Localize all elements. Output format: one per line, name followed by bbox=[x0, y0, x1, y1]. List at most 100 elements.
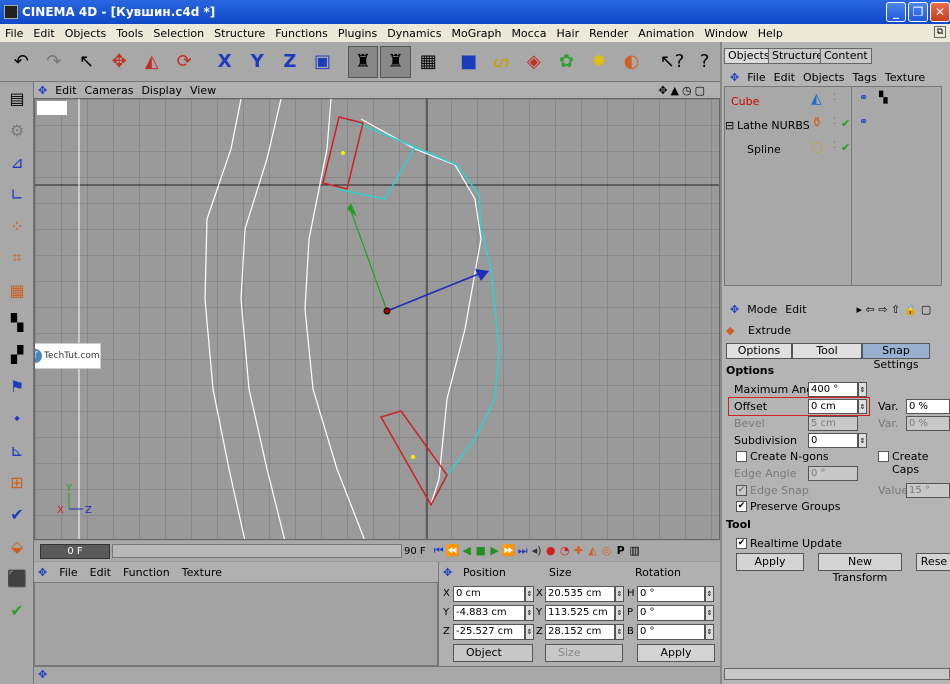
max-angle-field[interactable]: 400 ° bbox=[808, 382, 858, 397]
lathe-enabled-check-icon[interactable]: ✔ bbox=[841, 117, 850, 130]
scene-object-icon[interactable]: ◐ bbox=[616, 46, 647, 78]
play-backward-icon[interactable]: ◀ bbox=[460, 544, 474, 558]
tab-options[interactable]: Options bbox=[726, 343, 792, 359]
offset-field[interactable]: 0 cm bbox=[808, 399, 858, 414]
material-menu-function[interactable]: Function bbox=[123, 566, 170, 579]
workplane-icon[interactable]: ⊞ bbox=[0, 466, 34, 498]
menu-file[interactable]: File bbox=[0, 27, 28, 40]
create-ngons-checkbox[interactable] bbox=[736, 451, 747, 462]
spline-visibility-dots[interactable]: ⁚ bbox=[833, 141, 836, 151]
size-z-spinner[interactable]: ⇕ bbox=[615, 624, 624, 640]
close-button[interactable]: ✕ bbox=[930, 2, 950, 22]
texture-axis-icon[interactable]: ▞ bbox=[0, 338, 34, 370]
keyframe-pla-icon[interactable]: ▥ bbox=[628, 544, 642, 558]
objects-menu-texture[interactable]: Texture bbox=[885, 71, 925, 84]
material-menu-edit[interactable]: Edit bbox=[90, 566, 111, 579]
goto-end-icon[interactable]: ⏭ bbox=[516, 544, 530, 558]
attributes-menu-mode[interactable]: Mode bbox=[747, 303, 777, 316]
reset-button[interactable]: Rese bbox=[916, 553, 950, 571]
create-caps-checkbox[interactable] bbox=[878, 451, 889, 462]
objects-menu-objects[interactable]: Objects bbox=[803, 71, 845, 84]
points-mode-icon[interactable]: ⁘ bbox=[0, 210, 34, 242]
attribute-nav-icons[interactable]: ▸ ⇦ ⇨ ⇧ 🔒 ▢ bbox=[857, 303, 932, 316]
pos-x-field[interactable]: 0 cm bbox=[453, 586, 525, 602]
coordinate-mode-select[interactable]: Object bbox=[453, 644, 533, 662]
viewport-menu-display[interactable]: Display bbox=[141, 84, 190, 97]
timeline-slider[interactable] bbox=[112, 544, 402, 558]
pos-z-spinner[interactable]: ⇕ bbox=[525, 624, 534, 640]
menu-functions[interactable]: Functions bbox=[270, 27, 333, 40]
menu-plugins[interactable]: Plugins bbox=[333, 27, 382, 40]
snap-icon[interactable]: ⊾ bbox=[0, 434, 34, 466]
help-search-icon[interactable]: ? bbox=[689, 46, 720, 78]
keyframe-param-icon[interactable]: P bbox=[614, 544, 628, 558]
object-mode-icon[interactable]: ♜ bbox=[380, 45, 411, 78]
rotate-icon[interactable]: ⟳ bbox=[169, 46, 200, 78]
material-manager-area[interactable] bbox=[34, 582, 438, 666]
light-icon[interactable]: ✸ bbox=[584, 46, 615, 78]
lathe-visibility-dots[interactable]: ⁚ bbox=[833, 117, 836, 127]
object-list[interactable]: Cube ◭ ⁚ ⚭ ▚ ⊟ Lathe NURBS ⚱ ⁚ ✔ ⚭ Splin… bbox=[724, 86, 942, 286]
maximize-button[interactable]: ❐ bbox=[908, 2, 928, 22]
menu-mocca[interactable]: Mocca bbox=[506, 27, 551, 40]
object-cube[interactable]: Cube bbox=[731, 95, 759, 108]
tab-content[interactable]: Content bbox=[820, 48, 872, 64]
redo-icon[interactable]: ↷ bbox=[39, 46, 70, 78]
viewport-menu-view[interactable]: View bbox=[190, 84, 224, 97]
menu-help[interactable]: Help bbox=[753, 27, 788, 40]
next-key-icon[interactable]: ⏩ bbox=[502, 544, 516, 558]
rot-h-spinner[interactable]: ⇕ bbox=[705, 586, 714, 602]
cube-texture-tag-icon[interactable]: ▚ bbox=[879, 91, 887, 104]
prev-key-icon[interactable]: ⏪ bbox=[446, 544, 460, 558]
sound-icon[interactable]: ◂) bbox=[530, 544, 544, 558]
minimize-button[interactable]: _ bbox=[886, 2, 906, 22]
stop-icon[interactable]: ■ bbox=[474, 544, 488, 558]
layer-check-icon[interactable]: ✔ bbox=[0, 594, 34, 626]
solo-icon[interactable]: ⬙ bbox=[0, 530, 34, 562]
menu-hair[interactable]: Hair bbox=[552, 27, 585, 40]
current-frame-field[interactable]: 0 F bbox=[40, 543, 110, 559]
move-icon[interactable]: ✥ bbox=[104, 46, 135, 78]
scale-icon[interactable]: ◭ bbox=[136, 46, 167, 78]
mdi-restore-button[interactable]: ⧉ bbox=[934, 26, 946, 38]
pos-z-field[interactable]: -25.527 cm bbox=[453, 624, 525, 640]
size-y-field[interactable]: 113.525 cm bbox=[545, 605, 615, 621]
material-menu-file[interactable]: File bbox=[59, 566, 77, 579]
pos-x-spinner[interactable]: ⇕ bbox=[525, 586, 534, 602]
select-arrow-icon[interactable]: ↖ bbox=[71, 46, 102, 78]
character-icon[interactable]: ⚙ bbox=[0, 114, 34, 146]
cube-material-tag-icon[interactable]: ⚭ bbox=[859, 91, 868, 104]
menu-window[interactable]: Window bbox=[699, 27, 752, 40]
x-axis-lock-icon[interactable]: X bbox=[209, 46, 240, 78]
cube-primitive-icon[interactable]: ■ bbox=[453, 46, 484, 78]
viewport-nav-icons[interactable]: ✥▲◷▢ bbox=[658, 84, 716, 97]
menu-edit[interactable]: Edit bbox=[28, 27, 59, 40]
attributes-menu-edit[interactable]: Edit bbox=[785, 303, 806, 316]
menu-mograph[interactable]: MoGraph bbox=[446, 27, 506, 40]
polygons-mode-icon[interactable]: ▦ bbox=[0, 274, 34, 306]
max-angle-spinner[interactable]: ⇕ bbox=[858, 382, 867, 397]
lathe-expand-icon[interactable]: ⊟ bbox=[725, 119, 734, 132]
coords-apply-button[interactable]: Apply bbox=[637, 644, 715, 662]
size-z-field[interactable]: 28.152 cm bbox=[545, 624, 615, 640]
subdivision-spinner[interactable]: ⇕ bbox=[858, 433, 867, 448]
subdivision-field[interactable]: 0 bbox=[808, 433, 858, 448]
keyframe-rotation-icon[interactable]: ◎ bbox=[600, 544, 614, 558]
tab-structure[interactable]: Structure bbox=[768, 48, 828, 64]
goto-start-icon[interactable]: ⏮ bbox=[432, 544, 446, 558]
rot-p-spinner[interactable]: ⇕ bbox=[705, 605, 714, 621]
visibility-icon[interactable]: ⬛ bbox=[0, 562, 34, 594]
nurbs-icon[interactable]: ◈ bbox=[519, 46, 550, 78]
model-mode-icon[interactable]: ♜ bbox=[347, 45, 379, 78]
keyframe-position-icon[interactable]: ✚ bbox=[572, 544, 586, 558]
y-axis-lock-icon[interactable]: Y bbox=[242, 46, 273, 78]
rot-b-spinner[interactable]: ⇕ bbox=[705, 624, 714, 640]
size-x-field[interactable]: 20.535 cm bbox=[545, 586, 615, 602]
objects-menu-tags[interactable]: Tags bbox=[853, 71, 877, 84]
object-spline[interactable]: Spline bbox=[747, 143, 781, 156]
menu-tools[interactable]: Tools bbox=[111, 27, 148, 40]
spline-enabled-check-icon[interactable]: ✔ bbox=[841, 141, 850, 154]
material-menu-texture[interactable]: Texture bbox=[182, 566, 222, 579]
help-pointer-icon[interactable]: ↖? bbox=[657, 46, 688, 78]
rot-h-field[interactable]: 0 ° bbox=[637, 586, 705, 602]
